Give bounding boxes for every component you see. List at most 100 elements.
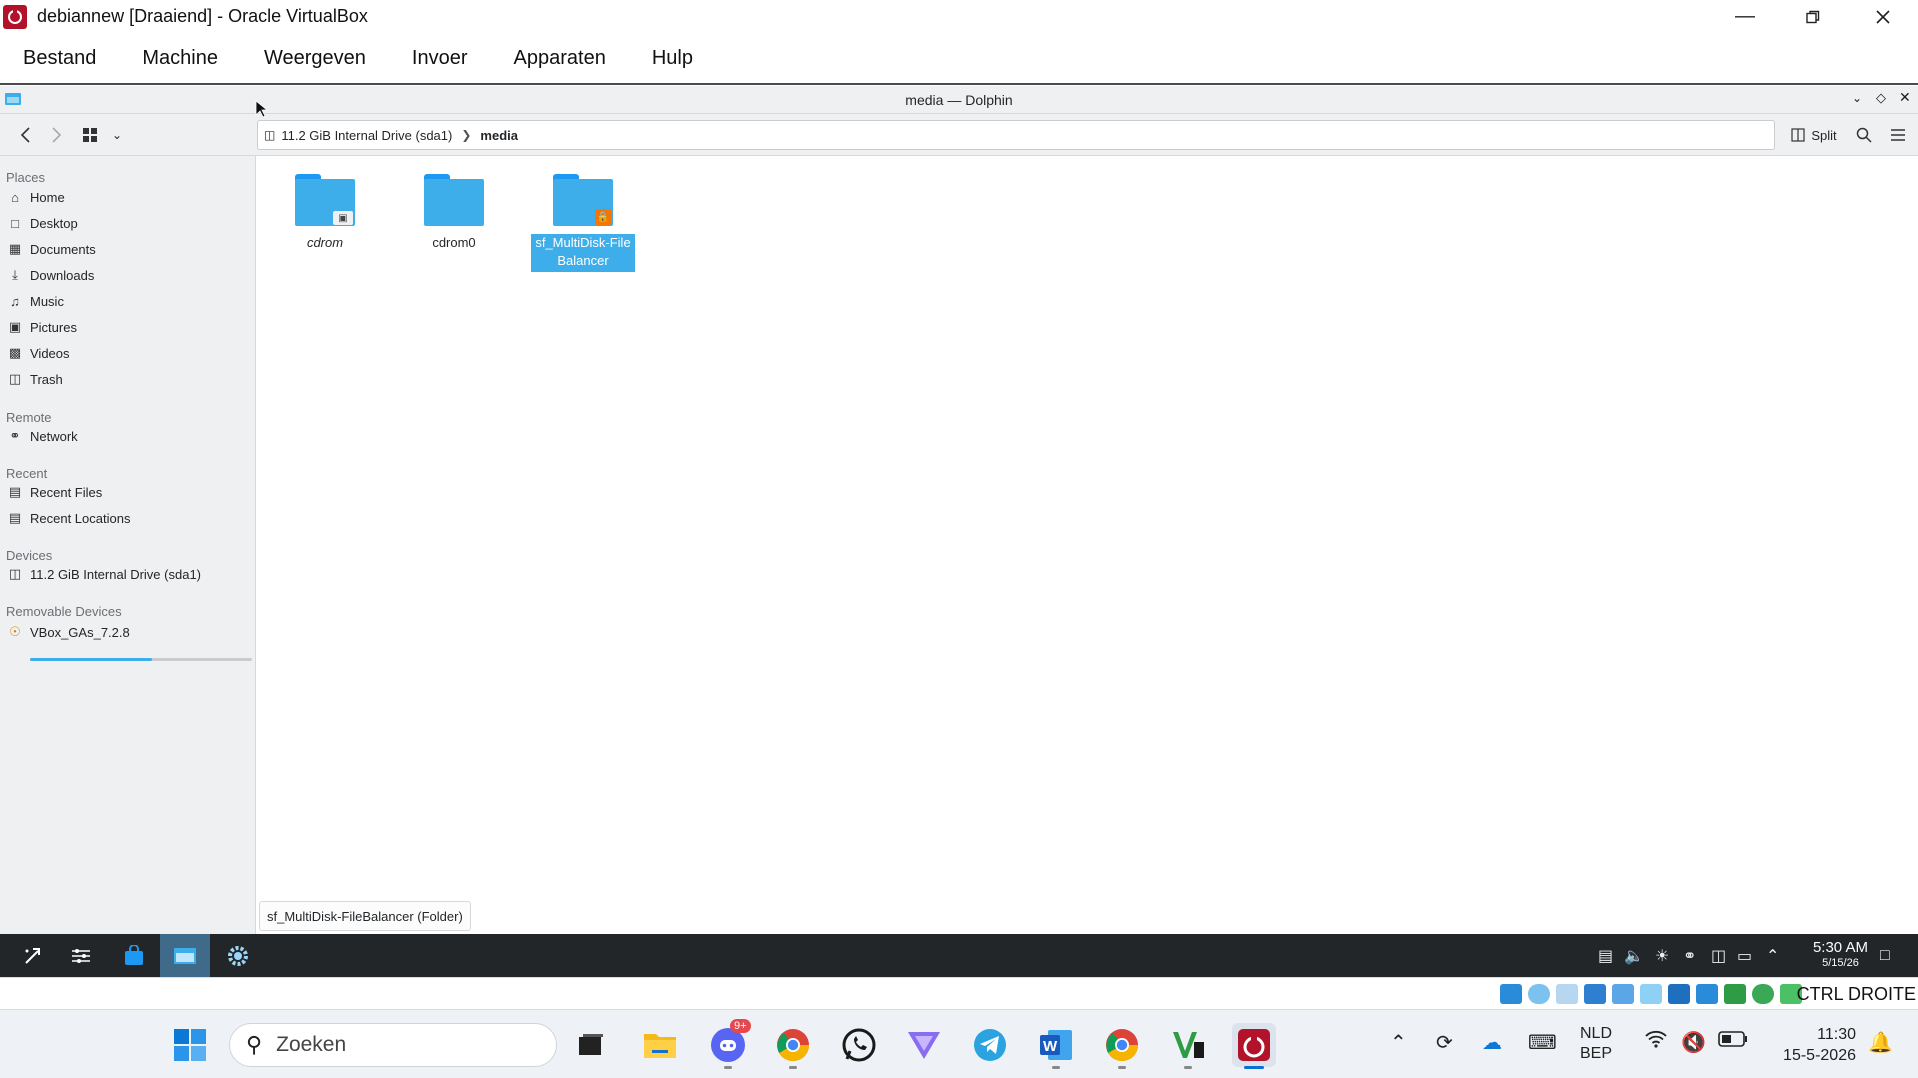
volume-muted-icon[interactable]: 🔇 xyxy=(1681,1030,1706,1055)
system-settings-panel-icon[interactable] xyxy=(56,934,106,977)
folder-name: cdrom xyxy=(306,235,344,250)
virtualbox-icon xyxy=(3,4,27,29)
recording-indicator-icon[interactable] xyxy=(1696,984,1718,1004)
sidebar-item-documents[interactable]: ▦ Documents xyxy=(6,239,96,259)
folder-name: cdrom0 xyxy=(432,235,476,250)
split-button[interactable]: Split xyxy=(1786,122,1842,148)
proton-vpn-icon[interactable] xyxy=(902,1023,946,1067)
display-icon[interactable]: ◫ xyxy=(1711,945,1726,967)
breadcrumb-drive[interactable]: 11.2 GiB Internal Drive (sda1) xyxy=(281,128,452,143)
sidebar-item-trash[interactable]: ◫ Trash xyxy=(6,369,63,389)
close-icon[interactable]: ✕ xyxy=(1899,89,1911,106)
sidebar-item-recent-files[interactable]: ▤ Recent Files xyxy=(6,482,102,502)
hard-disk-indicator-icon[interactable] xyxy=(1500,984,1522,1004)
dolphin-taskbar-icon[interactable] xyxy=(160,934,210,977)
sidebar-item-home[interactable]: ⌂ Home xyxy=(6,187,65,207)
battery-icon[interactable] xyxy=(1718,1030,1748,1053)
features-indicator-icon[interactable] xyxy=(1752,984,1774,1004)
cpu-indicator-icon[interactable] xyxy=(1724,984,1746,1004)
back-button[interactable] xyxy=(14,122,36,148)
folder-item-cdrom0[interactable]: cdrom0 xyxy=(402,174,506,286)
taskbar-search-box[interactable]: ⚲ Zoeken xyxy=(229,1023,557,1067)
brightness-icon[interactable]: ☀ xyxy=(1655,945,1669,967)
forward-button[interactable] xyxy=(46,122,68,148)
battery-icon[interactable]: ▭ xyxy=(1737,945,1752,967)
search-placeholder: Zoeken xyxy=(276,1033,347,1056)
task-view-icon[interactable] xyxy=(569,1023,613,1067)
wifi-icon[interactable] xyxy=(1645,1030,1667,1054)
sidebar-item-music[interactable]: ♫ Music xyxy=(6,291,64,311)
search-icon[interactable] xyxy=(1853,122,1875,148)
close-icon[interactable] xyxy=(1848,0,1918,33)
menu-apparaten[interactable]: Apparaten xyxy=(514,47,606,70)
folder-item-sf-multidisk[interactable]: 🔒 sf_MultiDisk-File Balancer xyxy=(531,174,635,286)
chevron-down-icon[interactable]: ⌄ xyxy=(1852,91,1862,105)
onedrive-icon[interactable]: ☁ xyxy=(1482,1030,1502,1055)
svg-text:W: W xyxy=(1043,1038,1058,1055)
file-view: ▣ cdrom cdrom0 🔒 sf_MultiDisk-File Balanc… xyxy=(257,156,1918,934)
network-indicator-icon[interactable] xyxy=(1584,984,1606,1004)
folder-item-cdrom[interactable]: ▣ cdrom xyxy=(273,174,377,286)
optical-drive-indicator-icon[interactable] xyxy=(1528,984,1550,1004)
guest-clock[interactable]: 5:30 AM 5/15/26 xyxy=(1813,940,1868,970)
sidebar-item-pictures[interactable]: ▣ Pictures xyxy=(6,317,77,337)
sidebar-item-vbox-gas[interactable]: ☉ VBox_GAs_7.2.8 xyxy=(6,622,130,642)
volume-icon[interactable]: 🔈 xyxy=(1624,945,1644,967)
location-bar[interactable]: ◫ 11.2 GiB Internal Drive (sda1) ❯ media xyxy=(257,120,1775,150)
sync-icon[interactable]: ⟳ xyxy=(1436,1030,1453,1055)
language-indicator[interactable]: NLD BEP xyxy=(1580,1024,1612,1064)
telegram-icon[interactable] xyxy=(968,1023,1012,1067)
vbox-menubar: Bestand Machine Weergeven Invoer Apparat… xyxy=(0,33,1918,85)
notifications-bell-icon[interactable]: 🔔 xyxy=(1868,1030,1893,1055)
network-tray-icon[interactable]: ⚭ xyxy=(1683,945,1696,967)
dolphin-window-title: media — Dolphin xyxy=(905,92,1013,108)
tray-expand-icon[interactable]: ⌃ xyxy=(1766,945,1779,967)
recent-files-icon: ▤ xyxy=(8,484,22,499)
word-icon[interactable]: W xyxy=(1034,1023,1078,1069)
app-launcher-icon[interactable] xyxy=(8,934,58,977)
keep-above-icon[interactable]: ◇ xyxy=(1876,90,1886,106)
breadcrumb-current[interactable]: media xyxy=(480,128,518,143)
menu-hulp[interactable]: Hulp xyxy=(652,47,693,70)
menu-bestand[interactable]: Bestand xyxy=(23,47,96,70)
discover-store-icon[interactable] xyxy=(109,934,159,977)
guest-screen: media — Dolphin ⌄ ◇ ✕ ⌄ ◫ 11.2 GiB Inter… xyxy=(0,86,1918,934)
dolphin-titlebar: media — Dolphin ⌄ ◇ ✕ xyxy=(0,86,1918,114)
show-hidden-icons-chevron-icon[interactable]: ⌃ xyxy=(1390,1030,1407,1055)
display-indicator-icon[interactable] xyxy=(1668,984,1690,1004)
usb-indicator-icon[interactable] xyxy=(1612,984,1634,1004)
sidebar-item-internal-drive[interactable]: ◫ 11.2 GiB Internal Drive (sda1) xyxy=(6,564,201,584)
view-mode-chevron-icon[interactable]: ⌄ xyxy=(108,122,126,148)
menu-machine[interactable]: Machine xyxy=(142,47,218,70)
sidebar-item-videos[interactable]: ▩ Videos xyxy=(6,343,70,363)
sidebar-item-network[interactable]: ⚭ Network xyxy=(6,426,78,446)
keyboard-icon[interactable]: ⌨ xyxy=(1528,1030,1557,1055)
chrome-icon-2[interactable] xyxy=(1100,1023,1144,1069)
restore-icon[interactable] xyxy=(1778,0,1848,33)
host-clock[interactable]: 11:30 15-5-2026 xyxy=(1768,1024,1856,1066)
sidebar-item-recent-locations[interactable]: ▤ Recent Locations xyxy=(6,508,131,528)
menu-weergeven[interactable]: Weergeven xyxy=(264,47,366,70)
virtualbox-taskbar-icon[interactable] xyxy=(1232,1023,1276,1069)
menu-invoer[interactable]: Invoer xyxy=(412,47,468,70)
chrome-icon[interactable] xyxy=(771,1023,815,1069)
sidebar-item-desktop[interactable]: □ Desktop xyxy=(6,213,78,233)
visual-studio-icon[interactable] xyxy=(1166,1023,1210,1069)
network-icon: ⚭ xyxy=(9,428,21,443)
minimize-icon[interactable]: — xyxy=(1710,0,1780,33)
hamburger-menu-icon[interactable] xyxy=(1886,122,1910,148)
clipboard-icon[interactable]: ▤ xyxy=(1598,945,1613,967)
audio-indicator-icon[interactable] xyxy=(1556,984,1578,1004)
view-mode-icon[interactable] xyxy=(80,122,100,148)
sidebar-item-downloads[interactable]: ⤓ Downloads xyxy=(6,265,94,285)
discord-icon[interactable]: 9+ xyxy=(706,1019,751,1069)
file-explorer-icon[interactable] xyxy=(638,1023,682,1067)
drive-usage-fill xyxy=(30,658,153,661)
windows-start-icon[interactable] xyxy=(168,1023,212,1067)
mouse-cursor-icon xyxy=(255,100,269,123)
whatsapp-icon[interactable] xyxy=(837,1023,881,1067)
optical-disc-icon: ☉ xyxy=(9,624,21,639)
show-desktop-icon[interactable]: □ xyxy=(1880,945,1890,967)
settings-gear-icon[interactable] xyxy=(213,934,263,977)
shared-folders-indicator-icon[interactable] xyxy=(1640,984,1662,1004)
